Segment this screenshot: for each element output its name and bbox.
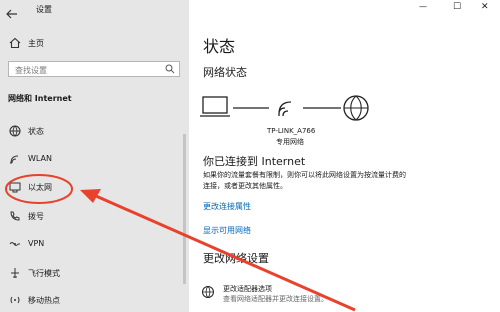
sidebar-item-dialup[interactable]: 拨号 [0, 206, 189, 228]
phone-icon [10, 211, 20, 221]
back-arrow-icon [6, 9, 17, 19]
change-connection-properties-link[interactable]: 更改连接属性 [203, 201, 251, 212]
section-title: 网络和 Internet [8, 94, 72, 103]
sidebar-item-vpn[interactable]: VPN [0, 234, 189, 256]
change-settings-heading: 更改网络设置 [203, 252, 269, 265]
wifi-router-icon [278, 101, 292, 117]
search-input[interactable]: 查找设置 [8, 61, 180, 77]
sidebar-item-airplane[interactable]: 飞行模式 [0, 263, 189, 285]
main-pane: — ☐ ✕ 状态 网络状态 TP-LINK_A766 专用网络 你已连接到 In… [189, 0, 500, 312]
connected-heading: 你已连接到 Internet [203, 155, 306, 168]
sidebar-item-label: 移动热点 [28, 296, 60, 305]
sidebar-item-label: 拨号 [28, 212, 44, 221]
maximize-button[interactable]: ☐ [444, 0, 472, 18]
sidebar-item-label: 飞行模式 [28, 269, 60, 278]
internet-globe-icon [343, 95, 369, 121]
airplane-icon [11, 268, 19, 278]
adapter-options-title: 更改适配器选项 [223, 285, 272, 293]
adapter-options-item[interactable]: 更改适配器选项 查看网络适配器并更改连接设置。 [201, 283, 401, 309]
hotspot-icon [10, 296, 20, 304]
adapter-options-description: 查看网络适配器并更改连接设置。 [223, 295, 328, 303]
show-available-networks-link[interactable]: 显示可用网络 [203, 225, 251, 236]
sidebar-item-wlan[interactable]: WLAN [0, 149, 189, 171]
sidebar-item-label: 状态 [28, 127, 44, 136]
adapter-globe-icon [202, 286, 214, 299]
sidebar-item-status[interactable]: 状态 [0, 121, 189, 143]
sidebar-item-ethernet[interactable]: 以太网 [0, 177, 189, 199]
minimize-button[interactable]: — [410, 0, 438, 18]
ethernet-icon [9, 182, 21, 193]
back-button[interactable] [6, 4, 20, 19]
window-title: 设置 [36, 5, 52, 14]
sidebar-item-label: 主页 [28, 39, 44, 48]
sidebar-item-label: WLAN [28, 154, 53, 163]
search-placeholder: 查找设置 [15, 66, 47, 75]
connected-description-line2: 连接，或者更改其他属性。 [203, 182, 287, 190]
pc-icon [200, 96, 230, 117]
sidebar: 设置 主页 查找设置 网络和 Internet 状态 WLAN 以太网 拨号 V… [0, 0, 189, 312]
vpn-icon [9, 242, 20, 246]
network-status-heading: 网络状态 [203, 66, 247, 79]
home-icon [9, 37, 21, 49]
sidebar-item-hotspot[interactable]: 移动热点 [0, 290, 189, 312]
network-name: TP-LINK_A766 [267, 127, 316, 135]
sidebar-item-label: VPN [28, 239, 45, 248]
sidebar-item-home[interactable]: 主页 [0, 33, 189, 55]
sidebar-item-label: 以太网 [28, 183, 52, 192]
close-button[interactable]: ✕ [472, 0, 500, 18]
network-type: 专用网络 [276, 138, 304, 146]
network-diagram [200, 95, 369, 121]
sidebar-scrollbar[interactable] [183, 134, 186, 284]
connected-description-line1: 如果你的流量套餐有限制，则你可以将此网络设置为按流量计费的 [203, 171, 406, 179]
wifi-icon [10, 155, 19, 164]
globe-status-icon [9, 125, 21, 137]
page-title: 状态 [203, 37, 236, 56]
search-icon [165, 64, 175, 74]
